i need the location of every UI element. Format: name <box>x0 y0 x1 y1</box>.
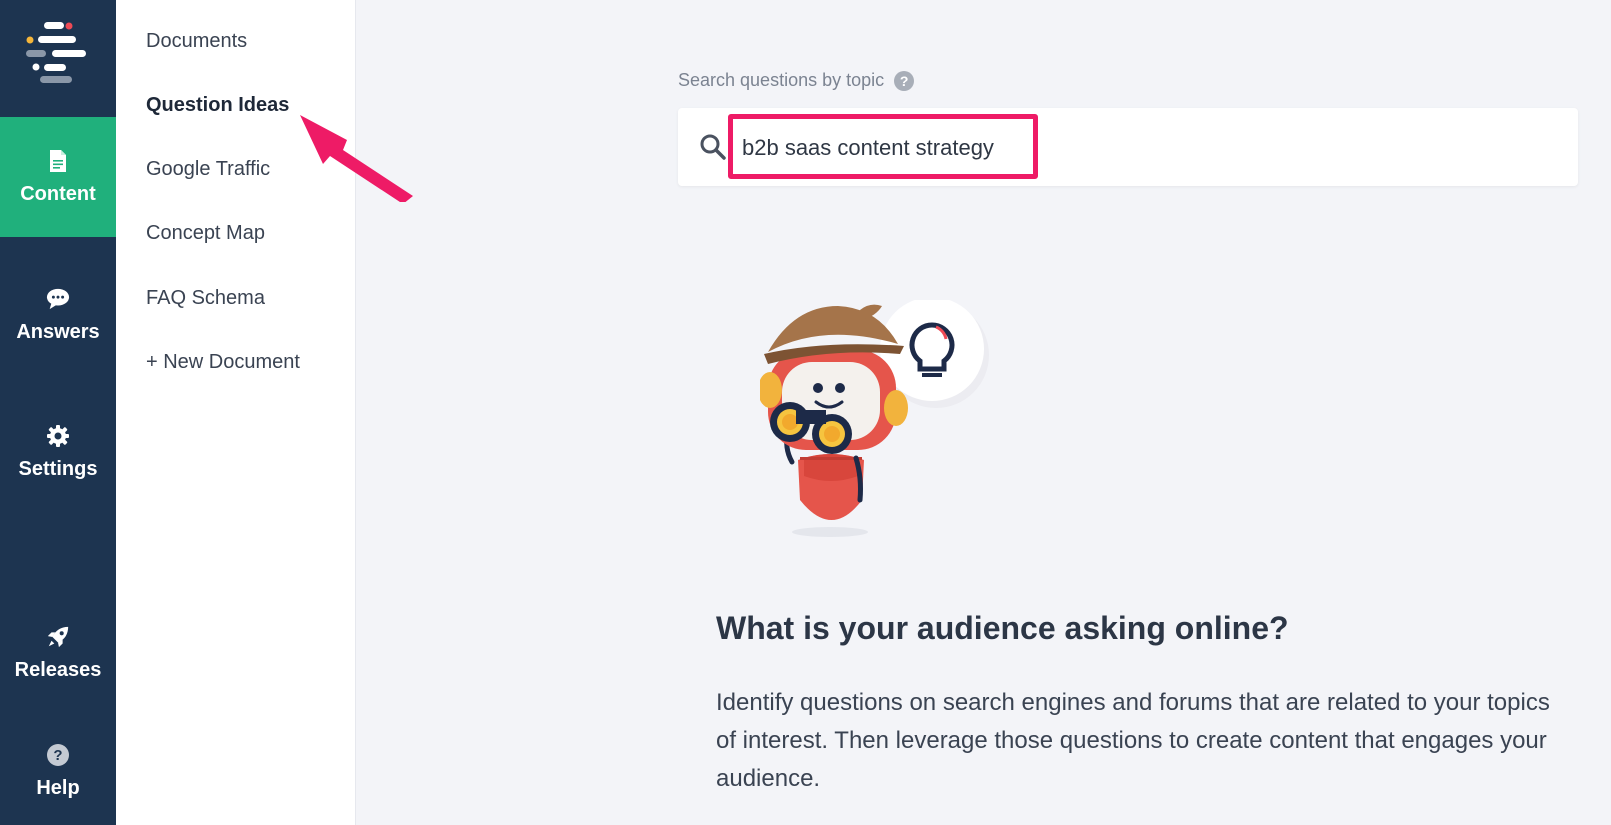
app-logo[interactable] <box>0 0 116 117</box>
search-icon <box>700 134 726 160</box>
rail-item-label: Releases <box>14 658 102 681</box>
rail-item-releases[interactable]: Releases <box>0 593 116 713</box>
gear-icon <box>46 424 70 448</box>
rail-item-help[interactable]: ? Help <box>0 718 116 825</box>
detective-robot-illustration <box>760 300 989 537</box>
rail-item-settings[interactable]: Settings <box>0 392 116 512</box>
subnav-item-faq-schema[interactable]: FAQ Schema <box>146 287 265 310</box>
document-icon <box>46 149 70 173</box>
search-label-text: Search questions by topic <box>678 70 885 90</box>
rail-item-label: Settings <box>18 457 98 480</box>
help-tooltip-icon[interactable]: ? <box>894 70 915 91</box>
question-circle-icon: ? <box>46 743 70 767</box>
search-input[interactable] <box>740 132 1010 164</box>
subnav-item-documents[interactable]: Documents <box>146 30 247 53</box>
rail-item-answers[interactable]: Answers <box>0 255 116 375</box>
page-description: Identify questions on search engines and… <box>716 689 1550 792</box>
rocket-icon <box>46 625 70 649</box>
svg-text:?: ? <box>53 747 62 764</box>
rail-item-label: Content <box>20 182 96 205</box>
rail-item-label: Answers <box>16 320 100 343</box>
rail-item-content[interactable]: Content <box>0 117 116 237</box>
logo-icon <box>26 22 86 83</box>
search-box <box>678 108 1578 186</box>
left-rail: Content Answers Settings Releases ? Help <box>0 0 116 825</box>
search-label: Search questions by topic ? <box>678 70 915 91</box>
chat-bubble-icon <box>46 287 70 311</box>
subnav-item-new-document[interactable]: + New Document <box>146 351 300 374</box>
annotation-arrow-icon <box>300 115 413 202</box>
page-headline: What is your audience asking online? <box>716 610 1289 646</box>
subnav-item-google-traffic[interactable]: Google Traffic <box>146 158 270 181</box>
subnav-item-question-ideas[interactable]: Question Ideas <box>146 94 289 117</box>
rail-item-label: Help <box>36 777 80 799</box>
subnav-item-concept-map[interactable]: Concept Map <box>146 222 265 245</box>
